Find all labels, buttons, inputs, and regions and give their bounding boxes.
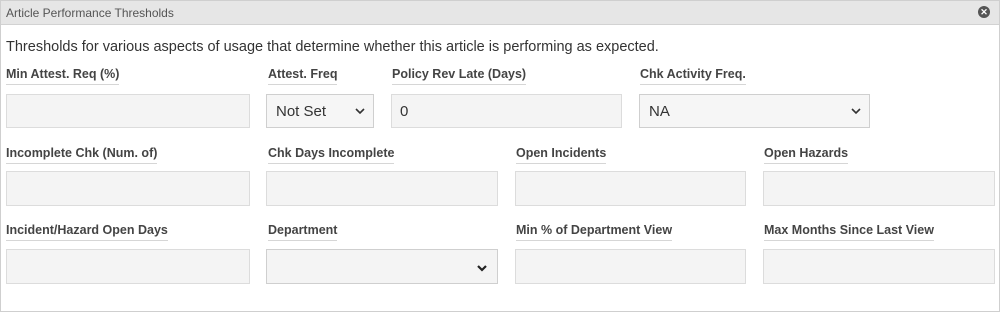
panel-description: Thresholds for various aspects of usage …: [6, 39, 659, 55]
panel-title: Article Performance Thresholds: [6, 6, 174, 20]
open-hazards-input[interactable]: [763, 171, 995, 206]
chk-activity-freq-value: NA: [649, 103, 670, 120]
min-pct-department-view-label: Min % of Department View: [516, 223, 673, 241]
panel-titlebar: Article Performance Thresholds ✕: [1, 1, 999, 25]
min-attest-req-input[interactable]: [6, 94, 250, 128]
attest-freq-value: Not Set: [276, 103, 327, 120]
incident-hazard-open-days-label: Incident/Hazard Open Days: [6, 223, 168, 241]
chk-activity-freq-label: Chk Activity Freq.: [640, 67, 746, 85]
max-months-since-last-view-label: Max Months Since Last View: [764, 223, 934, 241]
close-icon[interactable]: ✕: [978, 6, 990, 18]
incomplete-chk-label: Incomplete Chk (Num. of): [6, 146, 158, 164]
department-label: Department: [268, 223, 338, 241]
min-attest-req-label: Min Attest. Req (%): [6, 67, 120, 85]
attest-freq-select[interactable]: Not Set: [266, 94, 374, 128]
incident-hazard-open-days-input[interactable]: [6, 249, 250, 284]
department-select[interactable]: [266, 249, 498, 284]
incomplete-chk-input[interactable]: [6, 171, 250, 206]
policy-rev-late-label: Policy Rev Late (Days): [392, 67, 527, 85]
chevron-down-icon: [477, 265, 487, 272]
open-incidents-input[interactable]: [515, 171, 746, 206]
article-performance-panel: Article Performance Thresholds ✕ Thresho…: [0, 0, 1000, 312]
open-hazards-label: Open Hazards: [764, 146, 849, 164]
chevron-down-icon: [851, 108, 861, 115]
max-months-since-last-view-input[interactable]: [763, 249, 995, 284]
policy-rev-late-input[interactable]: [391, 94, 622, 128]
open-incidents-label: Open Incidents: [516, 146, 607, 164]
chevron-down-icon: [355, 108, 365, 115]
chk-days-incomplete-input[interactable]: [266, 171, 498, 206]
chk-activity-freq-select[interactable]: NA: [639, 94, 870, 128]
attest-freq-label: Attest. Freq: [268, 67, 338, 85]
min-pct-department-view-input[interactable]: [515, 249, 746, 284]
chk-days-incomplete-label: Chk Days Incomplete: [268, 146, 395, 164]
